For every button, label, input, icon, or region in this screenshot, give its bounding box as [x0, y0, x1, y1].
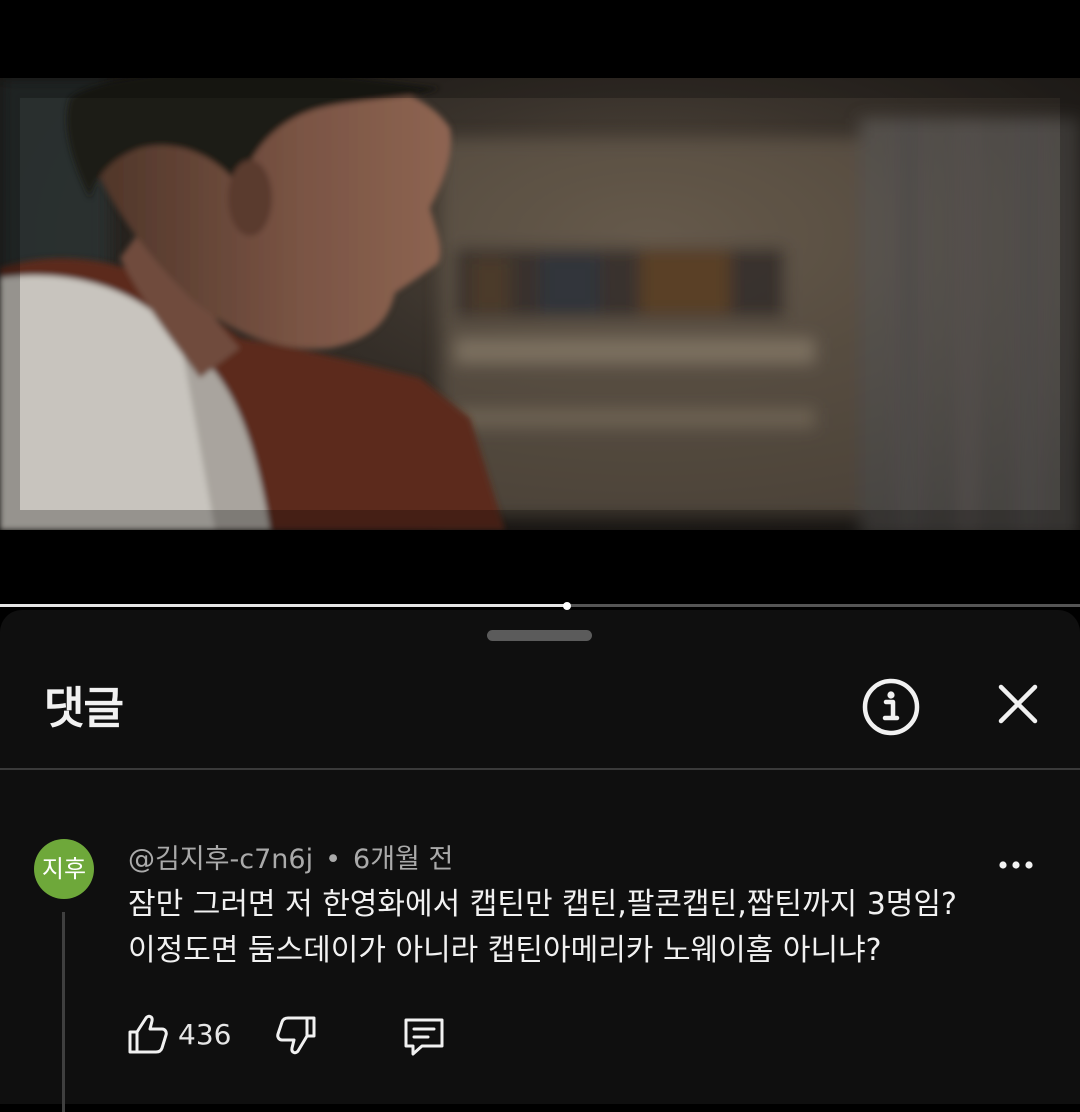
more-horizontal-icon[interactable] [994, 850, 1040, 880]
panel-title: 댓글 [44, 683, 124, 734]
thread-line [62, 912, 65, 1112]
comment-line-1: 잠만 그러면 저 한영화에서 캡틴만 캡틴,팔콘캡틴,짭틴까지 3명임? [128, 887, 957, 922]
header-divider [0, 768, 1080, 770]
comment-author[interactable]: @김지후-c7n6j [128, 844, 313, 875]
video-scrubber-handle[interactable] [563, 602, 571, 610]
avatar[interactable]: 지후 [34, 839, 94, 899]
comment-line-2: 이정도면 둠스데이가 아니라 캡틴아메리카 노웨이홈 아니냐? [128, 933, 882, 968]
video-frame[interactable] [0, 78, 1080, 530]
info-icon[interactable] [860, 676, 922, 738]
video-progress-fill [0, 604, 567, 607]
avatar-initials: 지후 [41, 855, 87, 883]
video-scene-image [0, 78, 1080, 530]
thumbs-down-icon[interactable] [272, 1012, 320, 1060]
comment-meta: @김지후-c7n6j • 6개월 전 [128, 837, 453, 876]
reply-comment-icon[interactable] [400, 1012, 448, 1060]
video-player[interactable] [0, 0, 1080, 610]
close-icon[interactable] [990, 676, 1046, 732]
comments-panel: 댓글 지후 @김지후-c7n6j • 6개월 전 잠만 그러면 저 한영화에서 캡틴… [0, 610, 1080, 1112]
meta-separator: • [325, 844, 342, 875]
video-progress-bar[interactable] [0, 602, 1080, 610]
comment-text: 잠만 그러면 저 한영화에서 캡틴만 캡틴,팔콘캡틴,짭틴까지 3명임? 이정도… [128, 882, 1028, 974]
drag-handle[interactable] [487, 630, 592, 641]
thumbs-up-icon[interactable] [124, 1010, 172, 1058]
like-count: 436 [178, 1018, 232, 1051]
comment-time: 6개월 전 [353, 844, 454, 875]
